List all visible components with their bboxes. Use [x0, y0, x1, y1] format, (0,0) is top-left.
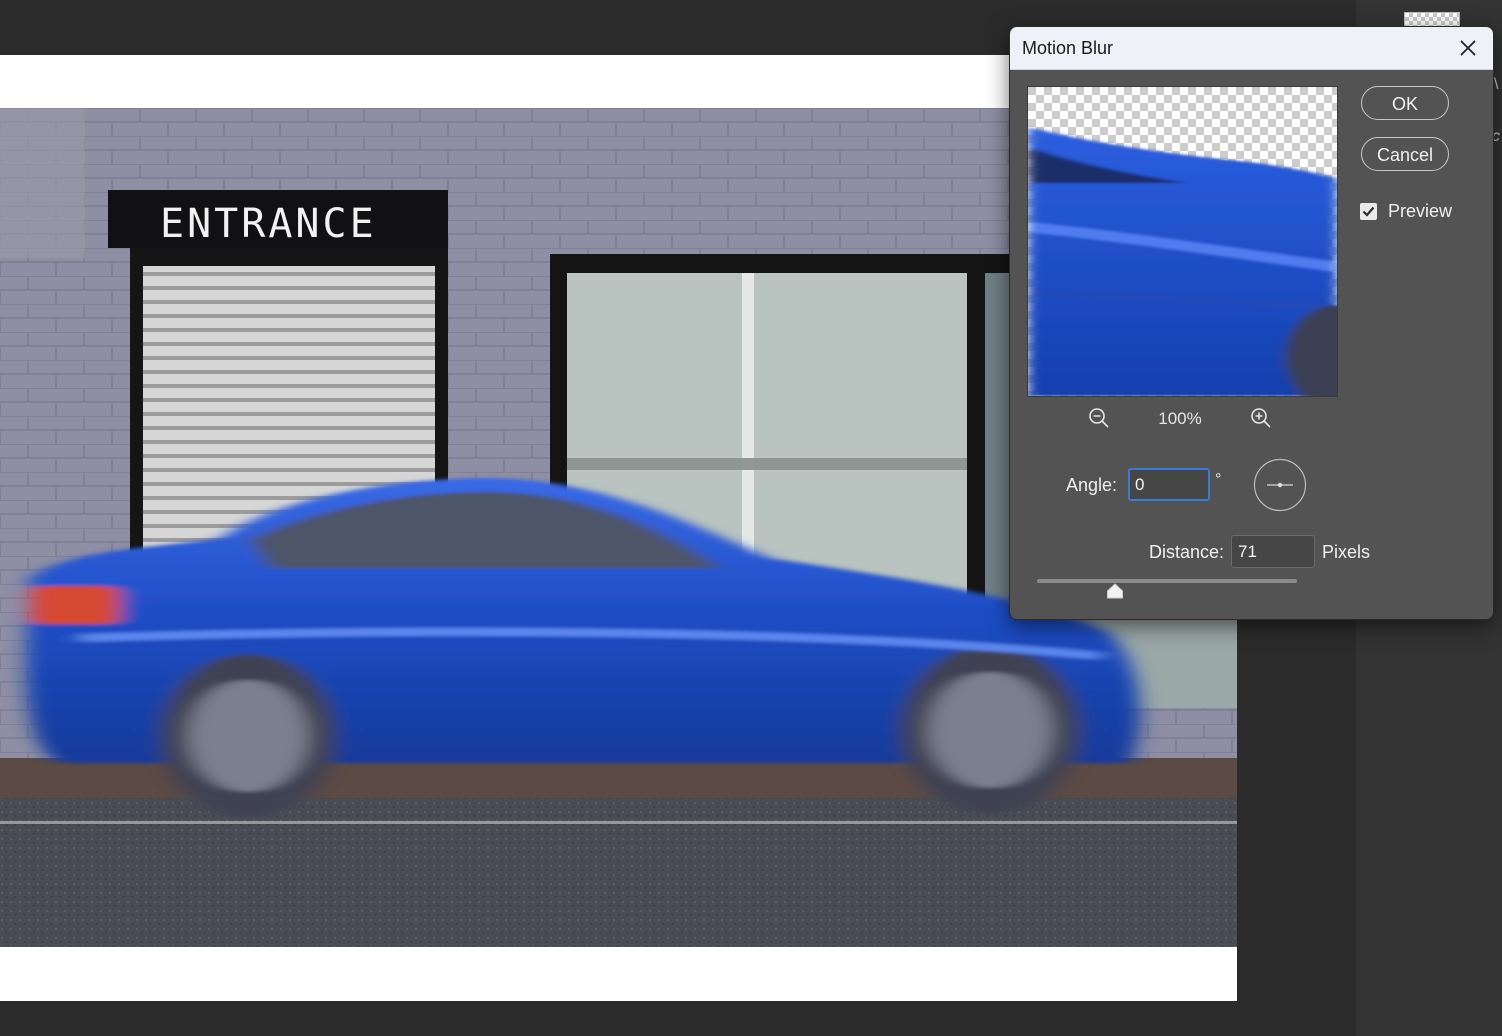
ok-button[interactable]: OK	[1361, 86, 1449, 120]
motion-blur-dialog: Motion Blur 100% OK Cancel Preview Angle…	[1009, 26, 1494, 620]
distance-slider-track[interactable]	[1037, 579, 1297, 583]
distance-label: Distance:	[1149, 542, 1225, 562]
dialog-title: Motion Blur	[1022, 38, 1114, 58]
angle-dial-icon	[1253, 458, 1307, 512]
close-icon	[1460, 40, 1476, 56]
distance-input[interactable]	[1231, 535, 1315, 568]
distance-slider-thumb[interactable]	[1106, 583, 1124, 599]
preview-image	[1028, 87, 1337, 396]
cancel-button[interactable]: Cancel	[1361, 137, 1449, 171]
degree-unit: °	[1215, 471, 1222, 488]
zoom-out-button[interactable]	[1088, 407, 1110, 429]
zoom-in-button[interactable]	[1250, 407, 1272, 429]
angle-input[interactable]	[1128, 468, 1210, 501]
panel-edge-glyph: \	[1494, 76, 1499, 93]
close-button[interactable]	[1453, 33, 1483, 63]
angle-dial[interactable]	[1253, 458, 1307, 512]
dialog-titlebar[interactable]: Motion Blur	[1010, 27, 1493, 70]
preview-checkbox[interactable]	[1360, 203, 1377, 220]
distance-unit: Pixels	[1322, 542, 1371, 562]
entrance-sign-text: ENTRANCE	[160, 201, 377, 247]
angle-label: Angle:	[1066, 475, 1118, 495]
zoom-level: 100%	[1158, 409, 1202, 428]
checkmark-icon	[1362, 206, 1375, 217]
zoom-in-icon	[1251, 408, 1271, 428]
zoom-out-icon	[1089, 408, 1109, 428]
filter-preview[interactable]	[1027, 86, 1338, 397]
preview-label: Preview	[1388, 201, 1453, 221]
slider-thumb-icon	[1107, 583, 1123, 599]
